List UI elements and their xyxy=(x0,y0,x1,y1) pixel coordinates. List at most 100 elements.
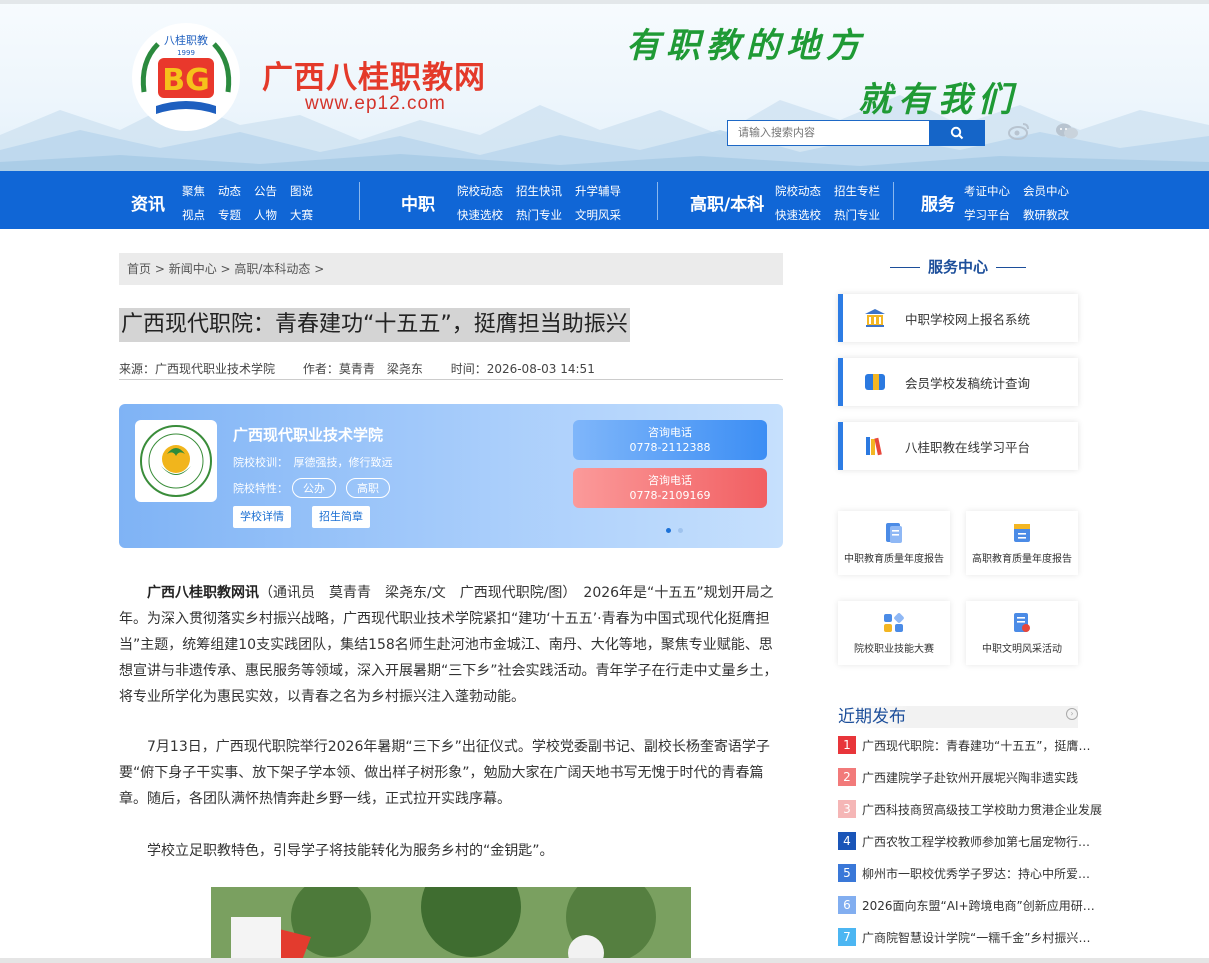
service-link-stats[interactable]: 会员学校发稿统计查询 xyxy=(838,358,1078,406)
nav-link[interactable]: 招生快讯 xyxy=(516,183,562,199)
enroll-guide-button[interactable]: 招生简章 xyxy=(312,506,370,528)
recent-heading: 近期发布 › xyxy=(838,706,1078,728)
tile-skills-contest[interactable]: 院校职业技能大赛 xyxy=(838,601,950,665)
article-text: （通讯员 莫青青 梁尧东/文 广西现代职院/图） 2026年是“十五五”规划开局… xyxy=(119,585,778,705)
nav-link[interactable]: 专题 xyxy=(218,207,241,223)
books-icon xyxy=(866,437,882,456)
school-motto: 院校校训： 厚德强技，修行致远 xyxy=(233,456,393,469)
nav-link[interactable]: 快速选校 xyxy=(457,207,503,223)
nav-title-service[interactable]: 服务 xyxy=(921,190,955,215)
nav-link[interactable]: 人物 xyxy=(254,207,277,223)
phone-label: 咨询电话 xyxy=(648,474,692,487)
phone-card-1[interactable]: 咨询电话 0778-2112388 xyxy=(573,420,767,460)
recent-item[interactable]: 4 广西农牧工程学校教师参加第七届宠物行业技能大赛 xyxy=(838,831,1102,851)
nav-link[interactable]: 会员中心 xyxy=(1023,183,1069,199)
breadcrumb-item[interactable]: 高职/本科动态 > xyxy=(234,262,324,276)
school-name[interactable]: 广西现代职业技术学院 xyxy=(233,424,383,445)
slogan-line-1: 有职教的地方 xyxy=(626,26,866,66)
article-paragraph-3: 学校立足职教特色，引导学子将技能转化为服务乡村的“金钥匙”。 xyxy=(147,843,554,859)
nav-link[interactable]: 教研教改 xyxy=(1023,207,1069,223)
article-source: 来源：广西现代职业技术学院 xyxy=(119,362,276,376)
weibo-icon[interactable] xyxy=(1007,121,1031,141)
more-icon[interactable]: › xyxy=(1066,708,1078,720)
wechat-icon[interactable] xyxy=(1055,121,1079,141)
tile-higher-report[interactable]: 高职教育质量年度报告 xyxy=(966,511,1078,575)
nav-title-news[interactable]: 资讯 xyxy=(131,190,165,215)
site-name[interactable]: 广西八桂职教网 xyxy=(262,52,486,97)
nav-link[interactable]: 热门专业 xyxy=(516,207,562,223)
nav-link[interactable]: 图说 xyxy=(290,183,313,199)
school-feature: 院校特性： 公办 高职 xyxy=(233,478,390,498)
recent-item-title: 广商院智慧设计学院“一糯千金”乡村振兴实践 xyxy=(862,930,1102,945)
nav-link[interactable]: 大赛 xyxy=(290,207,313,223)
article-paragraph-1: 广西八桂职教网讯（通讯员 莫青青 梁尧东/文 广西现代职院/图） 2026年是“… xyxy=(119,580,783,710)
nav-link[interactable]: 院校动态 xyxy=(775,183,821,199)
nav-link[interactable]: 公告 xyxy=(254,183,277,199)
article-photo xyxy=(211,887,691,963)
search-input[interactable] xyxy=(727,120,930,146)
nav-divider xyxy=(359,182,360,220)
nav-title-higher[interactable]: 高职/本科 xyxy=(690,190,764,215)
rank-badge: 4 xyxy=(838,832,856,850)
site-url[interactable]: www.ep12.com xyxy=(305,93,446,115)
nav-title-secondary[interactable]: 中职 xyxy=(401,190,435,215)
recent-item[interactable]: 1 广西现代职院：青春建功“十五五”，挺膺担当助振兴 xyxy=(838,735,1102,755)
main-nav: 资讯 聚焦 视点 动态 专题 公告 人物 图说 大赛 中职 院校动态 快速选校 … xyxy=(0,171,1209,229)
nav-divider xyxy=(657,182,658,220)
photo-scene xyxy=(211,887,691,963)
nav-link[interactable]: 招生专栏 xyxy=(834,183,880,199)
recent-title: 近期发布 xyxy=(838,707,906,727)
breadcrumb-item[interactable]: 新闻中心 > xyxy=(169,262,235,276)
phone-number: 0778-2112388 xyxy=(629,441,711,454)
nav-link[interactable]: 动态 xyxy=(218,183,241,199)
search-icon xyxy=(950,126,964,140)
site-header: 八桂职教 1999 BG 广西八桂职教网 www.ep12.com 有职教的地方… xyxy=(0,0,1209,171)
grid-apps-icon xyxy=(884,613,904,632)
nav-link[interactable]: 院校动态 xyxy=(457,183,503,199)
school-building-icon xyxy=(865,309,885,327)
tile-civility-activity[interactable]: 中职文明风采活动 xyxy=(966,601,1078,665)
carousel-dot[interactable] xyxy=(678,528,683,533)
carousel-dots[interactable] xyxy=(666,518,690,537)
phone-card-2[interactable]: 咨询电话 0778-2109169 xyxy=(573,468,767,508)
service-link-learning[interactable]: 八桂职教在线学习平台 xyxy=(838,422,1078,470)
logo-letters: BG xyxy=(162,63,210,98)
school-detail-button[interactable]: 学校详情 xyxy=(233,506,291,528)
recent-item[interactable]: 2 广西建院学子赴钦州开展坭兴陶非遗实践 xyxy=(838,767,1102,787)
rank-badge: 3 xyxy=(838,800,856,818)
recent-item[interactable]: 7 广商院智慧设计学院“一糯千金”乡村振兴实践 xyxy=(838,927,1102,947)
school-card: 广西现代职业技术学院 院校校训： 厚德强技，修行致远 院校特性： 公办 高职 学校详… xyxy=(119,404,783,548)
nav-link[interactable]: 快速选校 xyxy=(775,207,821,223)
recent-item[interactable]: 3 广西科技商贸高级技工学校助力贯港企业发展 xyxy=(838,799,1102,819)
breadcrumb-item[interactable]: 首页 > xyxy=(127,262,169,276)
site-logo[interactable]: 八桂职教 1999 BG xyxy=(122,22,250,132)
recent-item-title: 广西现代职院：青春建功“十五五”，挺膺担当助振兴 xyxy=(862,738,1102,753)
nav-link[interactable]: 学习平台 xyxy=(964,207,1010,223)
service-link-enroll[interactable]: 中职学校网上报名系统 xyxy=(838,294,1078,342)
phone-label: 咨询电话 xyxy=(648,426,692,439)
search-button[interactable] xyxy=(929,120,985,146)
tile-secondary-report[interactable]: 中职教育质量年度报告 xyxy=(838,511,950,575)
school-logo[interactable] xyxy=(135,420,217,502)
article-time: 时间：2026-08-03 14:51 xyxy=(450,362,595,376)
nav-link[interactable]: 聚焦 xyxy=(182,183,205,199)
nav-link[interactable]: 视点 xyxy=(182,207,205,223)
service-center-heading: 服务中心 xyxy=(838,256,1078,277)
service-link-label: 会员学校发稿统计查询 xyxy=(905,375,1031,391)
nav-link[interactable]: 热门专业 xyxy=(834,207,880,223)
article-author: 作者：莫青青 梁尧东 xyxy=(302,362,423,376)
nav-link[interactable]: 升学辅导 xyxy=(575,183,621,199)
article-meta: 来源：广西现代职业技术学院 作者：莫青青 梁尧东 时间：2026-08-03 1… xyxy=(119,360,783,380)
article-title: 广西现代职院：青春建功“十五五”，挺膺担当助振兴 xyxy=(119,308,630,342)
school-tag: 高职 xyxy=(346,478,390,498)
nav-link[interactable]: 考证中心 xyxy=(964,183,1010,199)
nav-link[interactable]: 文明风采 xyxy=(575,207,621,223)
tile-label: 中职教育质量年度报告 xyxy=(844,554,944,565)
service-link-label: 八桂职教在线学习平台 xyxy=(905,439,1031,455)
logo-text: 八桂职教 xyxy=(164,33,208,47)
carousel-dot[interactable] xyxy=(666,528,671,533)
recent-item[interactable]: 6 2026面向东盟“AI+跨境电商”创新应用研讨会召开 xyxy=(838,895,1102,915)
tile-label: 高职教育质量年度报告 xyxy=(972,554,1072,565)
certificate-icon xyxy=(1014,613,1030,632)
recent-item[interactable]: 5 柳州市一职校优秀学子罗达：持心中所爱，做匠心之人 xyxy=(838,863,1102,883)
